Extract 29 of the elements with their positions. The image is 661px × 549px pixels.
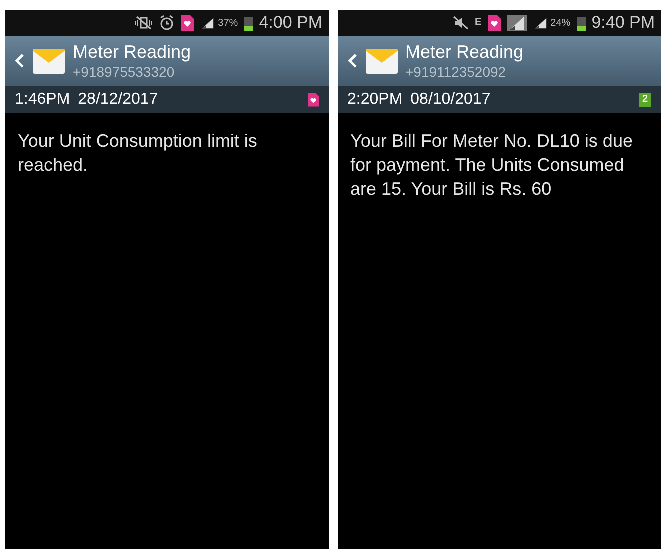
data-indicator: E (475, 18, 482, 28)
clock: 4:00 PM (259, 12, 322, 34)
message-text: Your Bill For Meter No. DL10 is due for payment. The Units Consumed are 15. Your Bill is Rs. 60 (350, 130, 634, 201)
battery-icon (244, 15, 254, 31)
signal-icon (506, 15, 527, 31)
message-text: Your Unit Consumption limit is reached. (17, 130, 258, 177)
battery-percent: 37% (218, 16, 238, 30)
clock: 9:40 PM (592, 12, 655, 34)
contact-name: Meter Reading (73, 41, 192, 64)
vibrate-off-icon (135, 16, 154, 30)
battery-percent: 24% (550, 16, 571, 30)
message-date: 08/10/2017 (410, 90, 492, 110)
sim-card-icon (181, 15, 194, 31)
phone-number: +918975533320 (73, 64, 176, 81)
phone-number: +919112352092 (406, 64, 508, 81)
mute-icon (453, 16, 469, 30)
envelope-icon (366, 47, 398, 75)
alarm-icon (159, 15, 176, 31)
message-time: 1:46PM (15, 90, 70, 110)
contact-name: Meter Reading (406, 41, 524, 64)
sim-card-icon (488, 15, 501, 31)
sim-card-icon (308, 92, 318, 106)
back-icon[interactable] (15, 54, 25, 68)
message-time: 2:20PM (348, 90, 403, 110)
back-icon[interactable] (348, 54, 358, 68)
message-date: 28/12/2017 (78, 90, 160, 110)
envelope-icon (33, 47, 65, 75)
sim-badge: 2 (639, 92, 651, 106)
battery-icon (576, 15, 586, 31)
